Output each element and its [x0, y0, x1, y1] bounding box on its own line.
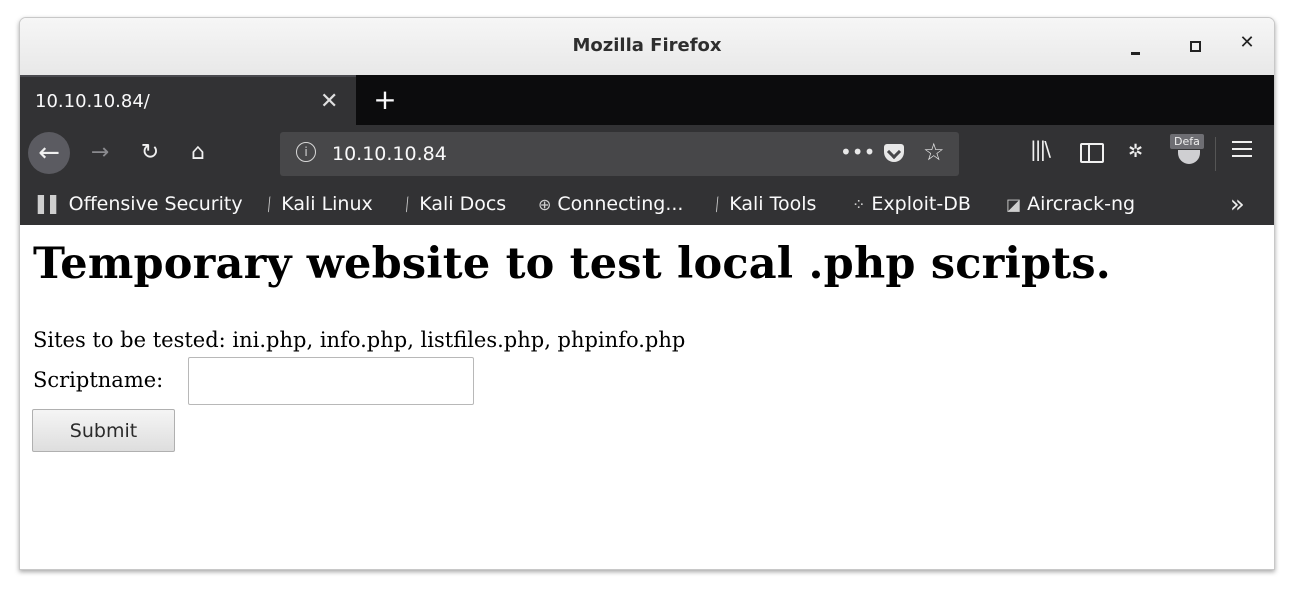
bookmark-label: Kali Docs	[419, 193, 507, 215]
bookmark-label: Offensive Security	[68, 193, 243, 215]
bookmark-kali-docs[interactable]: ⟋Kali Docs	[397, 193, 507, 216]
addon-button[interactable]: Defa	[1170, 134, 1210, 174]
title-bar: Mozilla Firefox ✕	[20, 18, 1274, 76]
bookmark-connecting[interactable]: ⊕ Connecting...	[538, 193, 683, 215]
chevron-double-right-icon[interactable]: »	[1230, 190, 1245, 218]
browser-window: Mozilla Firefox ✕ 10.10.10.84/ ✕ + ← → ↻…	[19, 17, 1275, 570]
maximize-button[interactable]	[1182, 32, 1208, 60]
submit-button[interactable]: Submit	[32, 409, 175, 452]
bookmark-label: Kali Tools	[729, 193, 817, 215]
bookmark-kali-tools[interactable]: ⟋Kali Tools	[707, 193, 817, 216]
pocket-icon[interactable]	[884, 144, 904, 162]
tab-close-icon[interactable]: ✕	[320, 89, 338, 114]
page-heading: Temporary website to test local .php scr…	[33, 239, 1111, 289]
bookmarks-toolbar: ▌▌ Offensive Security ⟋Kali Linux ⟋Kali D…	[20, 183, 1274, 225]
close-window-button[interactable]: ✕	[1234, 32, 1260, 60]
minimize-icon	[1131, 52, 1140, 55]
minimize-button[interactable]	[1122, 32, 1148, 60]
offsec-icon: ▌▌	[38, 195, 63, 214]
bookmark-kali-linux[interactable]: ⟋Kali Linux	[259, 193, 373, 216]
bookmark-label: Kali Linux	[281, 193, 373, 215]
addon-badge: Defa	[1170, 134, 1204, 149]
tab-label: 10.10.10.84/	[35, 91, 150, 112]
reload-icon: ↻	[140, 140, 160, 165]
scriptname-label: Scriptname:	[33, 368, 164, 392]
kali-dragon-icon: ⟋	[259, 193, 280, 216]
addon-icon	[1178, 150, 1200, 164]
back-button[interactable]: ←	[28, 132, 70, 174]
url-bar[interactable]: i 10.10.10.84 ••• ☆	[280, 132, 959, 176]
extension-icon[interactable]: ✲	[1128, 141, 1143, 162]
home-icon: ⌂	[191, 140, 205, 165]
close-icon: ✕	[1239, 32, 1255, 53]
hamburger-menu-icon[interactable]	[1232, 141, 1252, 162]
maximize-icon	[1190, 41, 1201, 52]
bookmark-offensive-security[interactable]: ▌▌ Offensive Security	[38, 193, 243, 215]
bookmark-label: Aircrack-ng	[1027, 193, 1136, 215]
bookmark-exploit-db[interactable]: ⁘ Exploit-DB	[852, 193, 971, 215]
forward-button[interactable]: →	[82, 135, 118, 171]
tab-bar: 10.10.10.84/ ✕ +	[20, 75, 1274, 127]
window-title: Mozilla Firefox	[572, 35, 722, 56]
sidebar-icon[interactable]	[1080, 143, 1104, 163]
page-content: Temporary website to test local .php scr…	[20, 225, 1274, 569]
navigation-toolbar: ← → ↻ ⌂ i 10.10.10.84 ••• ☆ |||\ ✲ Defa	[20, 125, 1274, 183]
globe-icon: ⊕	[538, 195, 552, 214]
toolbar-divider	[1215, 137, 1216, 171]
sites-text: Sites to be tested: ini.php, info.php, l…	[33, 328, 686, 352]
reload-button[interactable]: ↻	[132, 135, 168, 171]
page-actions-icon[interactable]: •••	[840, 140, 875, 164]
tab-active[interactable]: 10.10.10.84/ ✕	[20, 75, 356, 127]
library-icon[interactable]: |||\	[1030, 137, 1051, 161]
exploit-db-icon: ⁘	[852, 195, 866, 214]
arrow-left-icon: ←	[38, 138, 60, 168]
kali-dragon-icon: ⟋	[397, 193, 418, 216]
kali-dragon-icon: ⟋	[707, 193, 728, 216]
site-info-icon[interactable]: i	[296, 142, 316, 162]
url-text[interactable]: 10.10.10.84	[332, 143, 447, 165]
bookmark-label: Exploit-DB	[871, 193, 971, 215]
bookmark-star-icon[interactable]: ☆	[923, 138, 945, 166]
scriptname-input[interactable]	[188, 357, 474, 405]
arrow-right-icon: →	[90, 140, 110, 165]
bookmark-aircrack-ng[interactable]: ◪ Aircrack-ng	[1006, 193, 1135, 215]
new-tab-button[interactable]: +	[370, 83, 400, 116]
home-button[interactable]: ⌂	[180, 135, 216, 171]
bookmark-label: Connecting...	[557, 193, 684, 215]
aircrack-icon: ◪	[1006, 195, 1022, 214]
